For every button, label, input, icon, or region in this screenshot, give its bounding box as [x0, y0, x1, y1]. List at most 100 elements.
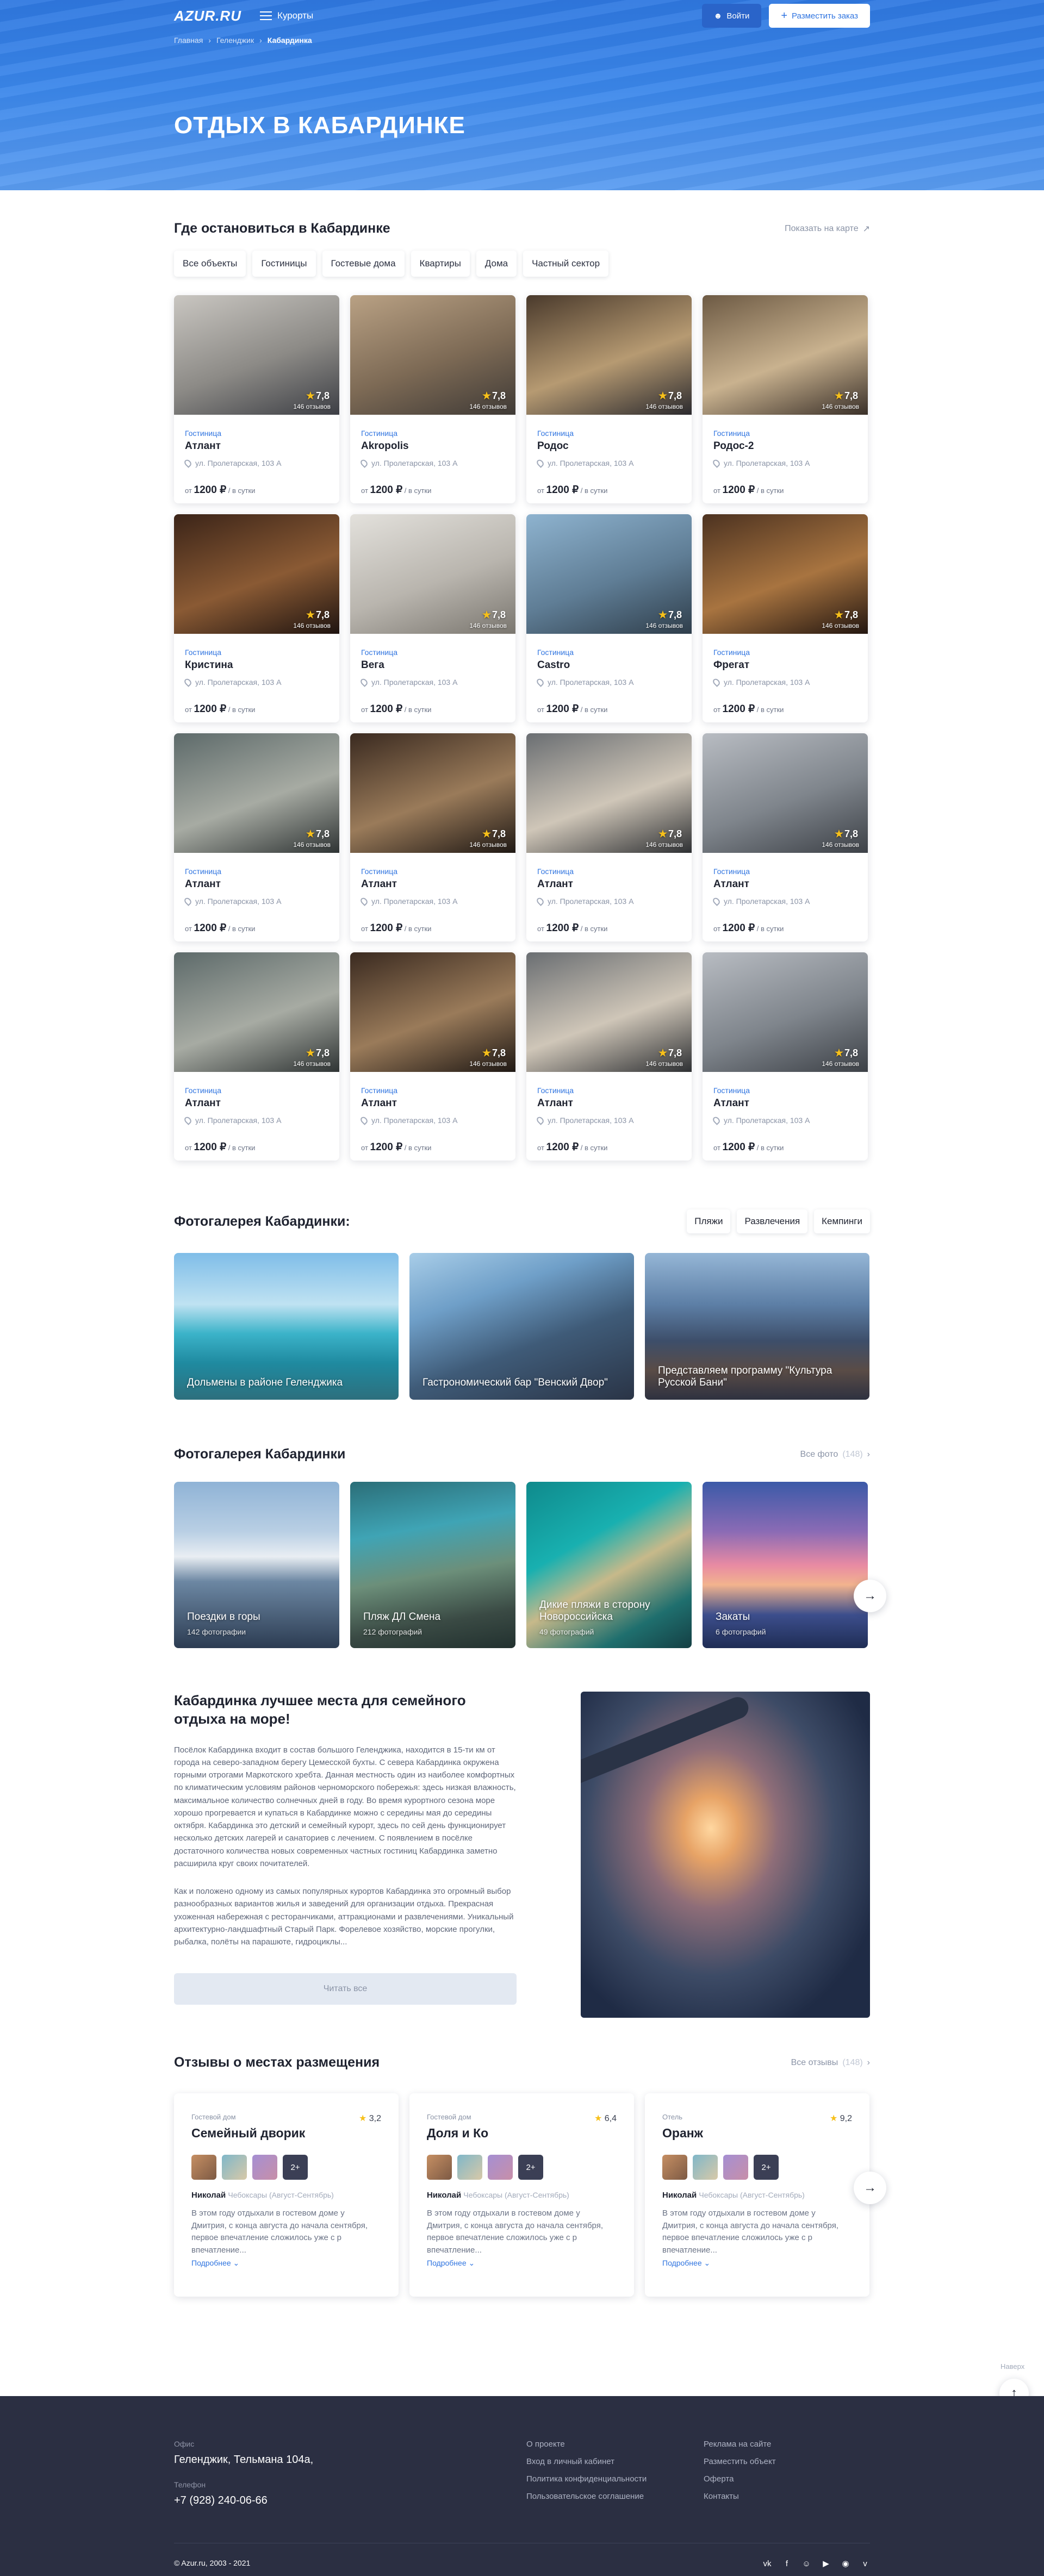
footer-link[interactable]: Реклама на сайте	[704, 2440, 776, 2449]
footer-link[interactable]: Оферта	[704, 2474, 776, 2484]
hotel-card[interactable]: ★ 7,8 146 отзывов Гостиница Атлант ул. Пр…	[350, 733, 515, 941]
review-photo-thumb[interactable]	[252, 2155, 277, 2180]
hotel-address-text: ул. Пролетарская, 103 А	[724, 678, 810, 687]
hotel-price: от 1200 ₽ / в сутки	[713, 703, 857, 715]
facebook-icon[interactable]: f	[782, 2559, 792, 2568]
phone-link[interactable]: +7 (928) 240-06-66	[174, 2494, 313, 2507]
reviews-count: 146 отзывов	[469, 841, 507, 849]
review-photo-thumb[interactable]	[693, 2155, 718, 2180]
review-more-label: Подробнее	[427, 2259, 467, 2267]
tab-beaches[interactable]: Пляжи	[687, 1209, 731, 1233]
review-photo-thumb[interactable]	[427, 2155, 452, 2180]
hotel-card[interactable]: ★ 7,8 146 отзывов Гостиница Атлант ул. Пр…	[526, 952, 692, 1161]
star-icon: ★	[658, 390, 667, 401]
post-order-button[interactable]: + Разместить заказ	[769, 4, 870, 28]
chevron-right-icon: ›	[867, 1449, 870, 1459]
gallery-tile[interactable]: Представляем программу "Культура Русской…	[645, 1253, 869, 1400]
more-photos-button[interactable]: 2+	[518, 2155, 543, 2180]
hotel-card[interactable]: ★ 7,8 146 отзывов Гостиница Атлант ул. Пр…	[174, 733, 339, 941]
login-button[interactable]: ☻ Войти	[701, 4, 762, 28]
hotel-card[interactable]: ★ 7,8 146 отзывов Гостиница Атлант ул. Пр…	[174, 295, 339, 503]
tab-campings[interactable]: Кемпинги	[814, 1209, 870, 1233]
review-score-value: 9,2	[840, 2114, 852, 2123]
rating-badge: ★ 7,8	[306, 1047, 330, 1059]
album-title: Дикие пляжи в сторону Новороссийска	[539, 1599, 650, 1623]
site-logo[interactable]: AZUR.RU	[174, 8, 241, 24]
footer-link[interactable]: Контакты	[704, 2492, 776, 2501]
tab-entertainment[interactable]: Развлечения	[737, 1209, 808, 1233]
hotel-card[interactable]: ★ 7,8 146 отзывов Гостиница Родос ул. Про…	[526, 295, 692, 503]
hotel-photo: ★ 7,8 146 отзывов	[350, 733, 515, 853]
rating-badge: ★ 7,8	[835, 828, 858, 840]
hotel-address-text: ул. Пролетарская, 103 А	[371, 897, 458, 906]
review-photo-thumb[interactable]	[723, 2155, 748, 2180]
album-tile[interactable]: Поездки в горы 142 фотографии	[174, 1482, 339, 1648]
youtube-icon[interactable]: ▶	[821, 2559, 831, 2568]
rating-value: 7,8	[668, 609, 682, 620]
review-photo-thumb[interactable]	[222, 2155, 247, 2180]
footer-link[interactable]: Политика конфиденциальности	[526, 2474, 647, 2484]
hotel-card[interactable]: ★ 7,8 146 отзывов Гостиница Атлант ул. Пр…	[703, 733, 868, 941]
hotel-card[interactable]: ★ 7,8 146 отзывов Гостиница Атлант ул. Пр…	[174, 952, 339, 1161]
hotel-card[interactable]: ★ 7,8 146 отзывов Гостиница Атлант ул. Пр…	[703, 952, 868, 1161]
review-photo-thumb[interactable]	[662, 2155, 687, 2180]
hotel-card[interactable]: ★ 7,8 146 отзывов Гостиница Akropolis ул.…	[350, 295, 515, 503]
tab-private[interactable]: Частный сектор	[523, 251, 609, 277]
hotel-card[interactable]: ★ 7,8 146 отзывов Гостиница Родос-2 ул. П…	[703, 295, 868, 503]
read-all-button[interactable]: Читать все	[174, 1973, 517, 2005]
more-photos-button[interactable]: 2+	[283, 2155, 308, 2180]
hotel-type: Гостиница	[713, 648, 750, 657]
resorts-menu-button[interactable]: Курорты	[260, 10, 313, 21]
review-more-link[interactable]: Подробнее ⌄	[427, 2259, 617, 2268]
review-photo-thumb[interactable]	[488, 2155, 513, 2180]
hotel-name: Атлант	[713, 878, 749, 890]
hotel-card[interactable]: ★ 7,8 146 отзывов Гостиница Атлант ул. Пр…	[350, 952, 515, 1161]
tab-apartments[interactable]: Квартиры	[411, 251, 470, 277]
footer-link[interactable]: Пользовательское соглашение	[526, 2492, 647, 2501]
hotel-card[interactable]: ★ 7,8 146 отзывов Гостиница Вега ул. Прол…	[350, 514, 515, 722]
tab-houses[interactable]: Дома	[476, 251, 517, 277]
location-pin-icon	[183, 896, 193, 906]
stay-tabs: Все объекты Гостиницы Гостевые дома Квар…	[174, 251, 870, 277]
album-tile[interactable]: Пляж ДЛ Смена 212 фотографий	[350, 1482, 515, 1648]
breadcrumb-home[interactable]: Главная	[174, 36, 203, 45]
hotel-price: от 1200 ₽ / в сутки	[713, 922, 857, 934]
all-photos-link[interactable]: Все фото (148) ›	[800, 1450, 870, 1459]
gallery-tile[interactable]: Дольмены в районе Геленджика	[174, 1253, 399, 1400]
vk-icon[interactable]: vk	[762, 2559, 772, 2568]
price-prefix: от	[361, 1144, 368, 1152]
footer-link[interactable]: Вход в личный кабинет	[526, 2457, 647, 2466]
album-tile[interactable]: Дикие пляжи в сторону Новороссийска 49 фо…	[526, 1482, 692, 1648]
gallery-tile[interactable]: Гастрономический бар "Венский Двор"	[409, 1253, 634, 1400]
hotel-card[interactable]: ★ 7,8 146 отзывов Гостиница Фрегат ул. Пр…	[703, 514, 868, 722]
gallery-next-button[interactable]: →	[854, 1580, 886, 1612]
review-author-name: Николай	[427, 2191, 462, 2200]
review-more-link[interactable]: Подробнее ⌄	[191, 2259, 381, 2268]
breadcrumb-gelendzhik[interactable]: Геленджик	[216, 36, 254, 45]
star-icon: ★	[658, 828, 667, 839]
review-photo-thumb[interactable]	[191, 2155, 216, 2180]
tab-all[interactable]: Все объекты	[174, 251, 246, 277]
review-photo-thumb[interactable]	[457, 2155, 482, 2180]
instagram-icon[interactable]: ◉	[841, 2559, 850, 2568]
chevron-down-icon: ⌄	[233, 2259, 240, 2267]
vimeo-icon[interactable]: v	[860, 2559, 870, 2568]
tab-hotels[interactable]: Гостиницы	[252, 251, 316, 277]
review-more-link[interactable]: Подробнее ⌄	[662, 2259, 852, 2268]
hotel-card[interactable]: ★ 7,8 146 отзывов Гостиница Атлант ул. Пр…	[526, 733, 692, 941]
more-photos-button[interactable]: 2+	[754, 2155, 779, 2180]
hotel-card[interactable]: ★ 7,8 146 отзывов Гостиница Кристина ул. …	[174, 514, 339, 722]
album-tile[interactable]: Закаты 6 фотографий	[703, 1482, 868, 1648]
show-on-map-link[interactable]: Показать на карте ↗	[785, 223, 870, 234]
hotel-card[interactable]: ★ 7,8 146 отзывов Гостиница Castro ул. Пр…	[526, 514, 692, 722]
footer-link[interactable]: О проекте	[526, 2440, 647, 2449]
tab-guest-houses[interactable]: Гостевые дома	[322, 251, 405, 277]
rating-value: 7,8	[315, 609, 330, 620]
odnoklassniki-icon[interactable]: ☺	[801, 2559, 811, 2568]
all-reviews-link[interactable]: Все отзывы (148) ›	[791, 2058, 870, 2068]
reviews-next-button[interactable]: →	[854, 2172, 886, 2204]
location-pin-icon	[711, 1115, 722, 1125]
footer-link[interactable]: Разместить объект	[704, 2457, 776, 2466]
stay-grid: ★ 7,8 146 отзывов Гостиница Атлант ул. Пр…	[174, 295, 870, 1161]
hotel-type: Гостиница	[185, 1086, 222, 1095]
